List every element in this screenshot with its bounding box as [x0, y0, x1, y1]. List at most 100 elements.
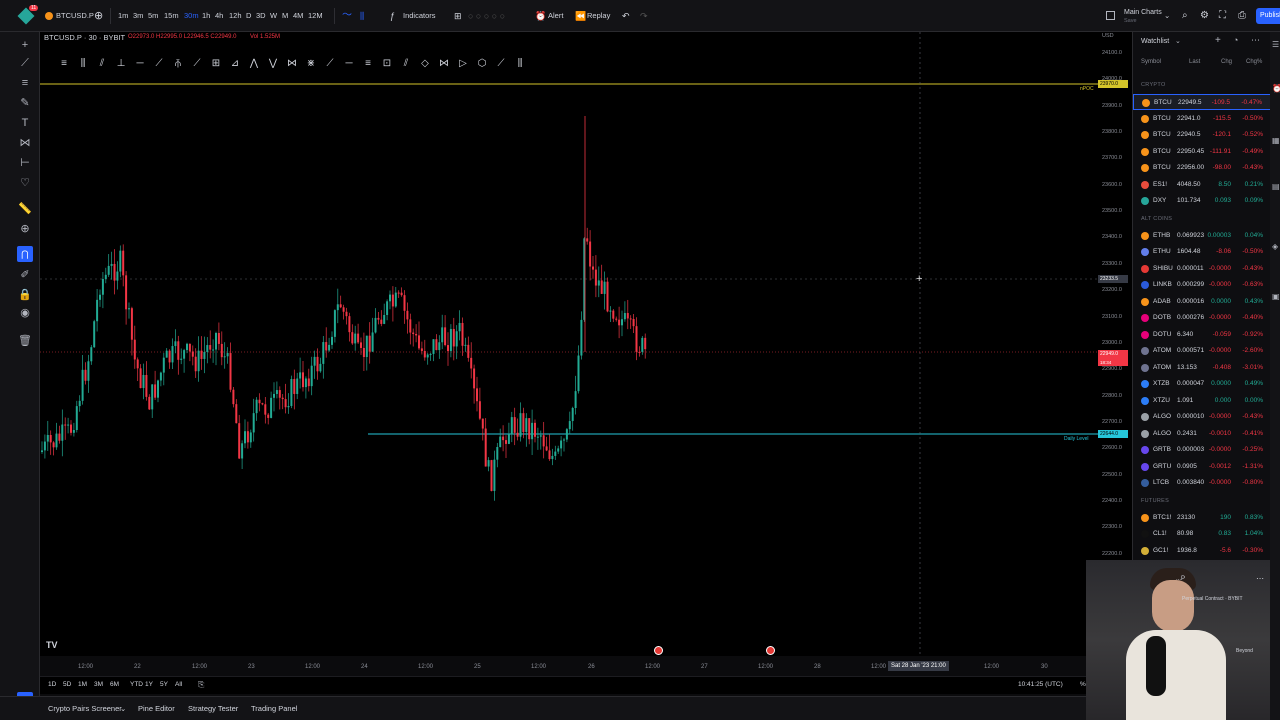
chevron-down-icon[interactable]: ⌄: [120, 704, 126, 713]
percent-toggle[interactable]: %: [1080, 681, 1086, 688]
col-symbol[interactable]: Symbol: [1141, 59, 1161, 65]
watchlist-row[interactable]: BTCU 22949.5 -109.5 -0.47%: [1133, 94, 1271, 110]
watchlist-row[interactable]: ADAB 0.000016 0.0000 0.43%: [1133, 294, 1271, 310]
timeframe-1m[interactable]: 1m: [118, 9, 128, 23]
add-symbol-icon[interactable]: ⊕: [94, 9, 103, 23]
timeframe-12m[interactable]: 12M: [308, 9, 323, 23]
tab-strategy-tester[interactable]: Strategy Tester: [188, 704, 238, 713]
col-last[interactable]: Last: [1189, 59, 1200, 65]
watchlist-row[interactable]: ALGO 0.000010 -0.0000 -0.43%: [1133, 409, 1271, 425]
range-all[interactable]: All: [175, 681, 182, 688]
watchlist-section-header[interactable]: CRYPTO: [1141, 82, 1166, 88]
zoom-icon[interactable]: ⊕: [18, 222, 32, 236]
stay-drawing-icon[interactable]: ✐: [18, 268, 32, 282]
utc-clock[interactable]: 10:41:25 (UTC): [1018, 681, 1063, 688]
add-symbol-icon[interactable]: +: [1215, 35, 1221, 46]
watchlist-row[interactable]: XTZB 0.000047 0.0000 0.49%: [1133, 376, 1271, 392]
timeframe-3d[interactable]: 3D: [256, 9, 266, 23]
text-icon[interactable]: T: [18, 116, 32, 130]
watchlist-icon[interactable]: ☰: [1272, 40, 1279, 49]
alert-button[interactable]: Alert: [548, 9, 563, 23]
fullscreen-icon[interactable]: ⛶: [1219, 9, 1226, 23]
tab-trading-panel[interactable]: Trading Panel: [251, 704, 297, 713]
watchlist-row[interactable]: BTCU 22941.0 -115.5 -0.50%: [1133, 111, 1271, 127]
fib-icon[interactable]: ≡: [18, 76, 32, 90]
alerts-icon[interactable]: ⏰: [1272, 84, 1280, 93]
range-1y[interactable]: 1Y: [145, 681, 153, 688]
watchlist-row[interactable]: ETHB 0.069923 0.00003 0.04%: [1133, 228, 1271, 244]
watchlist-row[interactable]: CL1! 80.98 0.83 1.04%: [1133, 526, 1271, 542]
timeframe-d[interactable]: D: [246, 9, 251, 23]
chevron-down-icon[interactable]: ⌄: [1175, 37, 1181, 45]
timeframe-3m[interactable]: 3m: [133, 9, 143, 23]
calendar-icon[interactable]: ▣: [1272, 292, 1280, 301]
watchlist-row[interactable]: GC1! 1936.8 -5.6 -0.30%: [1133, 543, 1271, 559]
chart-type-icon[interactable]: 〜: [342, 9, 352, 23]
watchlist-row[interactable]: BTCU 22940.5 -120.1 -0.52%: [1133, 127, 1271, 143]
range-5y[interactable]: 5Y: [160, 681, 168, 688]
watchlist-row[interactable]: DXY 101.734 0.093 0.09%: [1133, 193, 1271, 209]
more-icon[interactable]: ⋯: [1256, 574, 1264, 583]
watchlist-section-header[interactable]: FUTURES: [1141, 498, 1169, 504]
watchlist-row[interactable]: XTZU 1.091 0.000 0.00%: [1133, 393, 1271, 409]
range-6m[interactable]: 6M: [110, 681, 119, 688]
news-icon[interactable]: ▤: [1272, 182, 1280, 191]
layout-toggles[interactable]: ○ ○ ○ ○ ○: [468, 9, 505, 23]
symbol-search[interactable]: BTCUSD.P: [56, 9, 94, 23]
watchlist-row[interactable]: GRTU 0.0905 -0.0012 -1.31%: [1133, 459, 1271, 475]
watchlist-section-header[interactable]: ALT COINS: [1141, 216, 1172, 222]
timeframe-12h[interactable]: 12h: [229, 9, 242, 23]
lock-icon[interactable]: 🔒: [18, 288, 32, 302]
watchlist-row[interactable]: LTCB 0.003840 -0.0000 -0.80%: [1133, 475, 1271, 491]
brush-icon[interactable]: ✎: [18, 96, 32, 110]
timeframe-15m[interactable]: 15m: [164, 9, 179, 23]
tab-pine-editor[interactable]: Pine Editor: [138, 704, 175, 713]
watchlist-row[interactable]: ALGO 0.2431 -0.0010 -0.41%: [1133, 426, 1271, 442]
watchlist-row[interactable]: BTCU 22950.45 -111.91 -0.49%: [1133, 144, 1271, 160]
indicators-button[interactable]: Indicators: [403, 9, 436, 23]
watchlist-row[interactable]: DOTU 6.340 -0.059 -0.92%: [1133, 327, 1271, 343]
goto-date-icon[interactable]: ⎘: [198, 680, 204, 690]
ideas-icon[interactable]: ◈: [1272, 242, 1278, 251]
bar-type-icon[interactable]: ⫼: [360, 9, 364, 23]
range-1d[interactable]: 1D: [48, 681, 56, 688]
search-icon[interactable]: ⌕: [1182, 9, 1188, 23]
watchlist-row[interactable]: BTC1! 23130 190 0.83%: [1133, 510, 1271, 526]
templates-icon[interactable]: ⊞: [454, 9, 462, 23]
col-chg[interactable]: Chg: [1221, 59, 1232, 65]
col-chg-pct[interactable]: Chg%: [1246, 59, 1262, 65]
advanced-view-icon[interactable]: ◔: [1233, 35, 1238, 45]
redo-icon[interactable]: ↷: [640, 9, 648, 23]
watchlist-row[interactable]: GRTB 0.000003 -0.0000 -0.25%: [1133, 442, 1271, 458]
indicators-icon[interactable]: ƒ: [390, 9, 395, 23]
watchlist-row[interactable]: DOTB 0.000276 -0.0000 -0.40%: [1133, 310, 1271, 326]
range-ytd[interactable]: YTD: [130, 681, 143, 688]
undo-icon[interactable]: ↶: [622, 9, 630, 23]
timeframe-30m[interactable]: 30m: [184, 9, 199, 23]
replay-icon[interactable]: ⏪: [575, 9, 586, 23]
alert-icon[interactable]: ⏰: [535, 9, 546, 23]
timeframe-w[interactable]: W: [270, 9, 277, 23]
timeframe-m[interactable]: M: [282, 9, 288, 23]
trendline-icon[interactable]: ⟋: [18, 56, 32, 70]
timeframe-1h[interactable]: 1h: [202, 9, 210, 23]
watchlist-row[interactable]: SHIBU 0.000011 -0.0000 -0.43%: [1133, 261, 1271, 277]
settings-icon[interactable]: ⚙: [1200, 9, 1209, 23]
snapshot-icon[interactable]: ⎙: [1238, 9, 1246, 23]
timeframe-4m[interactable]: 4M: [293, 9, 303, 23]
pattern-icon[interactable]: ⋈: [18, 136, 32, 150]
chart-pane[interactable]: BTCUSD.P · 30 · BYBIT O22973.0 H22995.0 …: [40, 32, 1098, 656]
ruler-icon[interactable]: 📏: [18, 202, 32, 216]
eye-icon[interactable]: ◉: [18, 306, 32, 320]
publish-button[interactable]: Publish: [1256, 8, 1280, 24]
timeframe-5m[interactable]: 5m: [148, 9, 158, 23]
range-3m[interactable]: 3M: [94, 681, 103, 688]
data-window-icon[interactable]: ▦: [1272, 136, 1280, 145]
trash-icon[interactable]: 🗑: [18, 334, 32, 348]
watchlist-title[interactable]: Watchlist: [1141, 38, 1169, 45]
prediction-icon[interactable]: ⊢: [18, 156, 32, 170]
watchlist-row[interactable]: ETHU 1604.48 -8.06 -0.50%: [1133, 244, 1271, 260]
timeframe-4h[interactable]: 4h: [215, 9, 223, 23]
watchlist-row[interactable]: ATOM 13.153 -0.408 -3.01%: [1133, 360, 1271, 376]
more-icon[interactable]: ⋯: [1251, 35, 1260, 46]
